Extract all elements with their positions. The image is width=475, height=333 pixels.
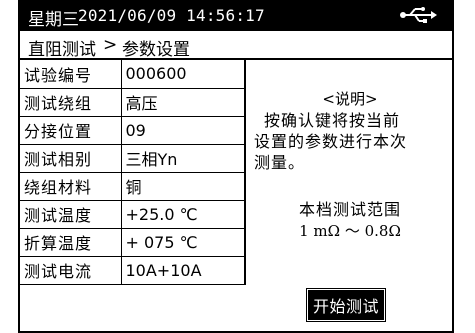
usb-icon bbox=[400, 7, 437, 23]
range-title: 本档测试范围 bbox=[298, 200, 401, 219]
param-value-material[interactable]: 铜 bbox=[120, 171, 246, 201]
param-row-tap-position[interactable]: 分接位置 09 bbox=[20, 115, 246, 145]
param-label: 分接位置 bbox=[20, 115, 122, 145]
instruction-text: 按确认键将按当前 设置的参数进行本次 测量。 bbox=[254, 110, 454, 173]
param-row-material[interactable]: 绕组材料 铜 bbox=[20, 171, 246, 201]
param-value-ref-temperature[interactable]: + 075 ℃ bbox=[120, 227, 246, 257]
param-value-winding[interactable]: 高压 bbox=[120, 87, 246, 117]
param-row-current[interactable]: 测试电流 10A+10A bbox=[20, 255, 246, 285]
breadcrumb-separator: > bbox=[103, 35, 118, 55]
param-label: 测试绕组 bbox=[20, 87, 122, 117]
param-row-test-number[interactable]: 试验编号 000600 bbox=[20, 60, 246, 89]
param-value-current[interactable]: 10A+10A bbox=[120, 255, 246, 285]
param-row-phase[interactable]: 测试相别 三相Yn bbox=[20, 143, 246, 173]
param-label: 试验编号 bbox=[20, 60, 122, 89]
breadcrumb-parent[interactable]: 直阻测试 bbox=[28, 35, 96, 60]
weekday: 星期三 bbox=[28, 10, 79, 30]
breadcrumb: 直阻测试 > 参数设置 bbox=[20, 31, 452, 60]
status-bar: 星期三 2021/06/09 14:56:17 bbox=[20, 0, 452, 31]
instrument-screen: 星期三 2021/06/09 14:56:17 直阻测试 > 参数设置 试验编号… bbox=[18, 0, 454, 333]
instruction-line: 设置的参数进行本次 bbox=[254, 132, 408, 151]
param-row-test-temperature[interactable]: 测试温度 +25.0 ℃ bbox=[20, 199, 246, 229]
param-row-winding[interactable]: 测试绕组 高压 bbox=[20, 87, 246, 117]
param-label: 绕组材料 bbox=[20, 171, 122, 201]
param-label: 测试电流 bbox=[20, 255, 122, 285]
instruction-title: <说明> bbox=[322, 90, 378, 108]
param-row-ref-temperature[interactable]: 折算温度 + 075 ℃ bbox=[20, 227, 246, 257]
datetime: 2021/06/09 14:56:17 bbox=[78, 6, 265, 25]
breadcrumb-current: 参数设置 bbox=[122, 40, 190, 60]
param-label: 测试相别 bbox=[20, 143, 122, 173]
instruction-panel: <说明> 按确认键将按当前 设置的参数进行本次 测量。 本档测试范围 1 mΩ … bbox=[248, 60, 452, 331]
instruction-line: 按确认键将按当前 bbox=[264, 111, 401, 130]
parameter-table: 试验编号 000600 测试绕组 高压 分接位置 09 测试相别 三相Yn 绕组… bbox=[20, 60, 246, 285]
param-value-test-temperature[interactable]: +25.0 ℃ bbox=[120, 199, 246, 229]
param-value-test-number[interactable]: 000600 bbox=[120, 60, 246, 89]
range-value: 1 mΩ ～ 0.8Ω bbox=[299, 222, 401, 240]
param-value-tap-position[interactable]: 09 bbox=[120, 115, 246, 145]
start-test-button[interactable]: 开始测试 bbox=[305, 288, 387, 322]
param-value-phase[interactable]: 三相Yn bbox=[120, 143, 246, 173]
param-label: 折算温度 bbox=[20, 227, 122, 257]
instruction-line: 测量。 bbox=[254, 153, 306, 172]
param-label: 测试温度 bbox=[20, 199, 122, 229]
